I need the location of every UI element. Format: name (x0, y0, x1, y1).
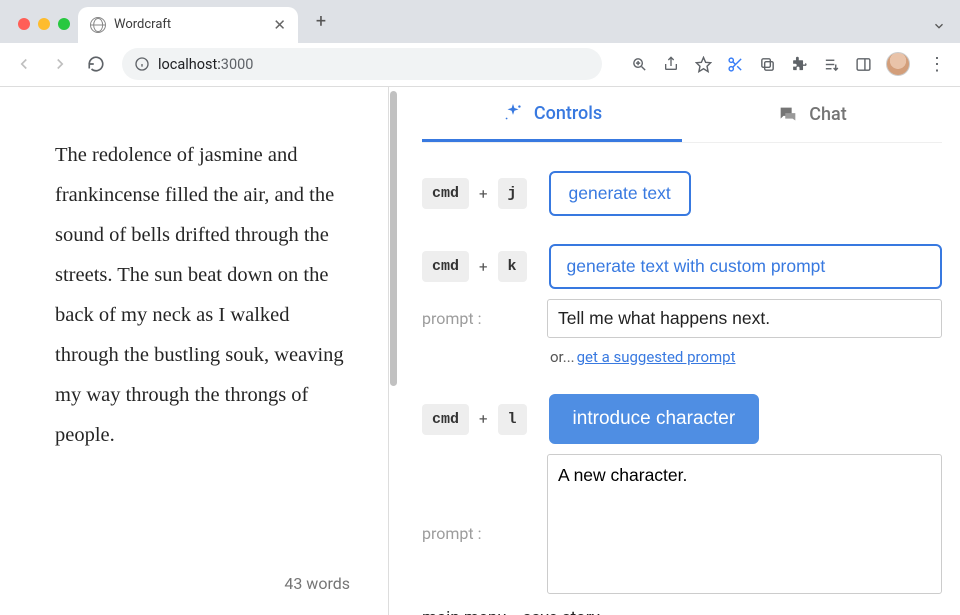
scrollbar-thumb[interactable] (390, 91, 397, 386)
key-cmd: cmd (422, 178, 469, 209)
window-controls (10, 18, 78, 43)
custom-prompt-input[interactable] (547, 299, 942, 338)
footer-links: main menu save story (422, 608, 942, 615)
copy-icon[interactable] (758, 55, 776, 73)
tab-bar: Wordcraft ✕ + (0, 0, 960, 43)
star-icon[interactable] (694, 55, 712, 73)
close-window-button[interactable] (18, 18, 30, 30)
maximize-window-button[interactable] (58, 18, 70, 30)
character-prompt-input[interactable] (547, 454, 942, 594)
app-content: The redolence of jasmine and frankincens… (0, 87, 960, 615)
prompt-label: prompt : (422, 309, 537, 328)
plus-symbol: + (477, 185, 490, 203)
save-story-link[interactable]: save story (523, 608, 600, 615)
word-count: 43 words (284, 574, 350, 593)
generate-text-button[interactable]: generate text (549, 171, 691, 216)
tab-controls[interactable]: Controls (422, 87, 682, 142)
browser-chrome: Wordcraft ✕ + localhost:3000 (0, 0, 960, 87)
key-cmd: cmd (422, 251, 469, 282)
scissors-icon[interactable] (726, 55, 744, 73)
tab-overflow-button[interactable] (932, 19, 946, 33)
or-text: or... (550, 348, 575, 366)
key-cmd: cmd (422, 404, 469, 435)
generate-custom-button[interactable]: generate text with custom prompt (549, 244, 942, 289)
profile-avatar[interactable] (886, 52, 910, 76)
tab-chat[interactable]: Chat (682, 87, 942, 142)
introduce-character-button[interactable]: introduce character (549, 394, 760, 444)
new-tab-button[interactable]: + (306, 7, 336, 37)
prompt-label: prompt : (422, 524, 537, 543)
controls-pane: Controls Chat cmd + j generate text cmd … (400, 87, 960, 615)
key-l: l (498, 404, 527, 435)
plus-symbol: + (477, 258, 490, 276)
main-menu-link[interactable]: main menu (422, 608, 507, 615)
key-j: j (498, 178, 527, 209)
tab-title: Wordcraft (114, 17, 171, 32)
sparkle-icon (502, 102, 524, 124)
address-bar[interactable]: localhost:3000 (122, 48, 602, 80)
suggested-prompt-link[interactable]: get a suggested prompt (577, 348, 736, 366)
globe-icon (90, 17, 106, 33)
generate-custom-group: cmd + k generate text with custom prompt… (422, 244, 942, 366)
toolbar-actions: ⋮ (630, 52, 950, 76)
controls-tabs: Controls Chat (422, 87, 942, 143)
info-icon (134, 56, 150, 72)
share-icon[interactable] (662, 55, 680, 73)
introduce-character-group: cmd + l introduce character prompt : mai… (422, 394, 942, 615)
reload-button[interactable] (82, 50, 110, 78)
zoom-icon[interactable] (630, 55, 648, 73)
forward-button[interactable] (46, 50, 74, 78)
extensions-icon[interactable] (790, 55, 808, 73)
story-text[interactable]: The redolence of jasmine and frankincens… (55, 135, 358, 455)
suggested-prompt-row: or... get a suggested prompt (550, 348, 942, 366)
chat-icon (777, 104, 799, 126)
generate-text-group: cmd + j generate text (422, 171, 942, 216)
browser-tab[interactable]: Wordcraft ✕ (78, 7, 298, 43)
browser-toolbar: localhost:3000 ⋮ (0, 43, 960, 87)
pane-divider (388, 87, 400, 615)
minimize-window-button[interactable] (38, 18, 50, 30)
editor-pane: The redolence of jasmine and frankincens… (0, 87, 388, 615)
browser-menu-button[interactable]: ⋮ (924, 54, 950, 75)
tab-chat-label: Chat (809, 104, 846, 125)
side-panel-icon[interactable] (854, 55, 872, 73)
back-button[interactable] (10, 50, 38, 78)
url-host: localhost:3000 (158, 56, 253, 73)
close-tab-button[interactable]: ✕ (273, 16, 286, 34)
tab-controls-label: Controls (534, 103, 602, 124)
plus-symbol: + (477, 410, 490, 428)
key-k: k (498, 251, 527, 282)
reading-list-icon[interactable] (822, 55, 840, 73)
